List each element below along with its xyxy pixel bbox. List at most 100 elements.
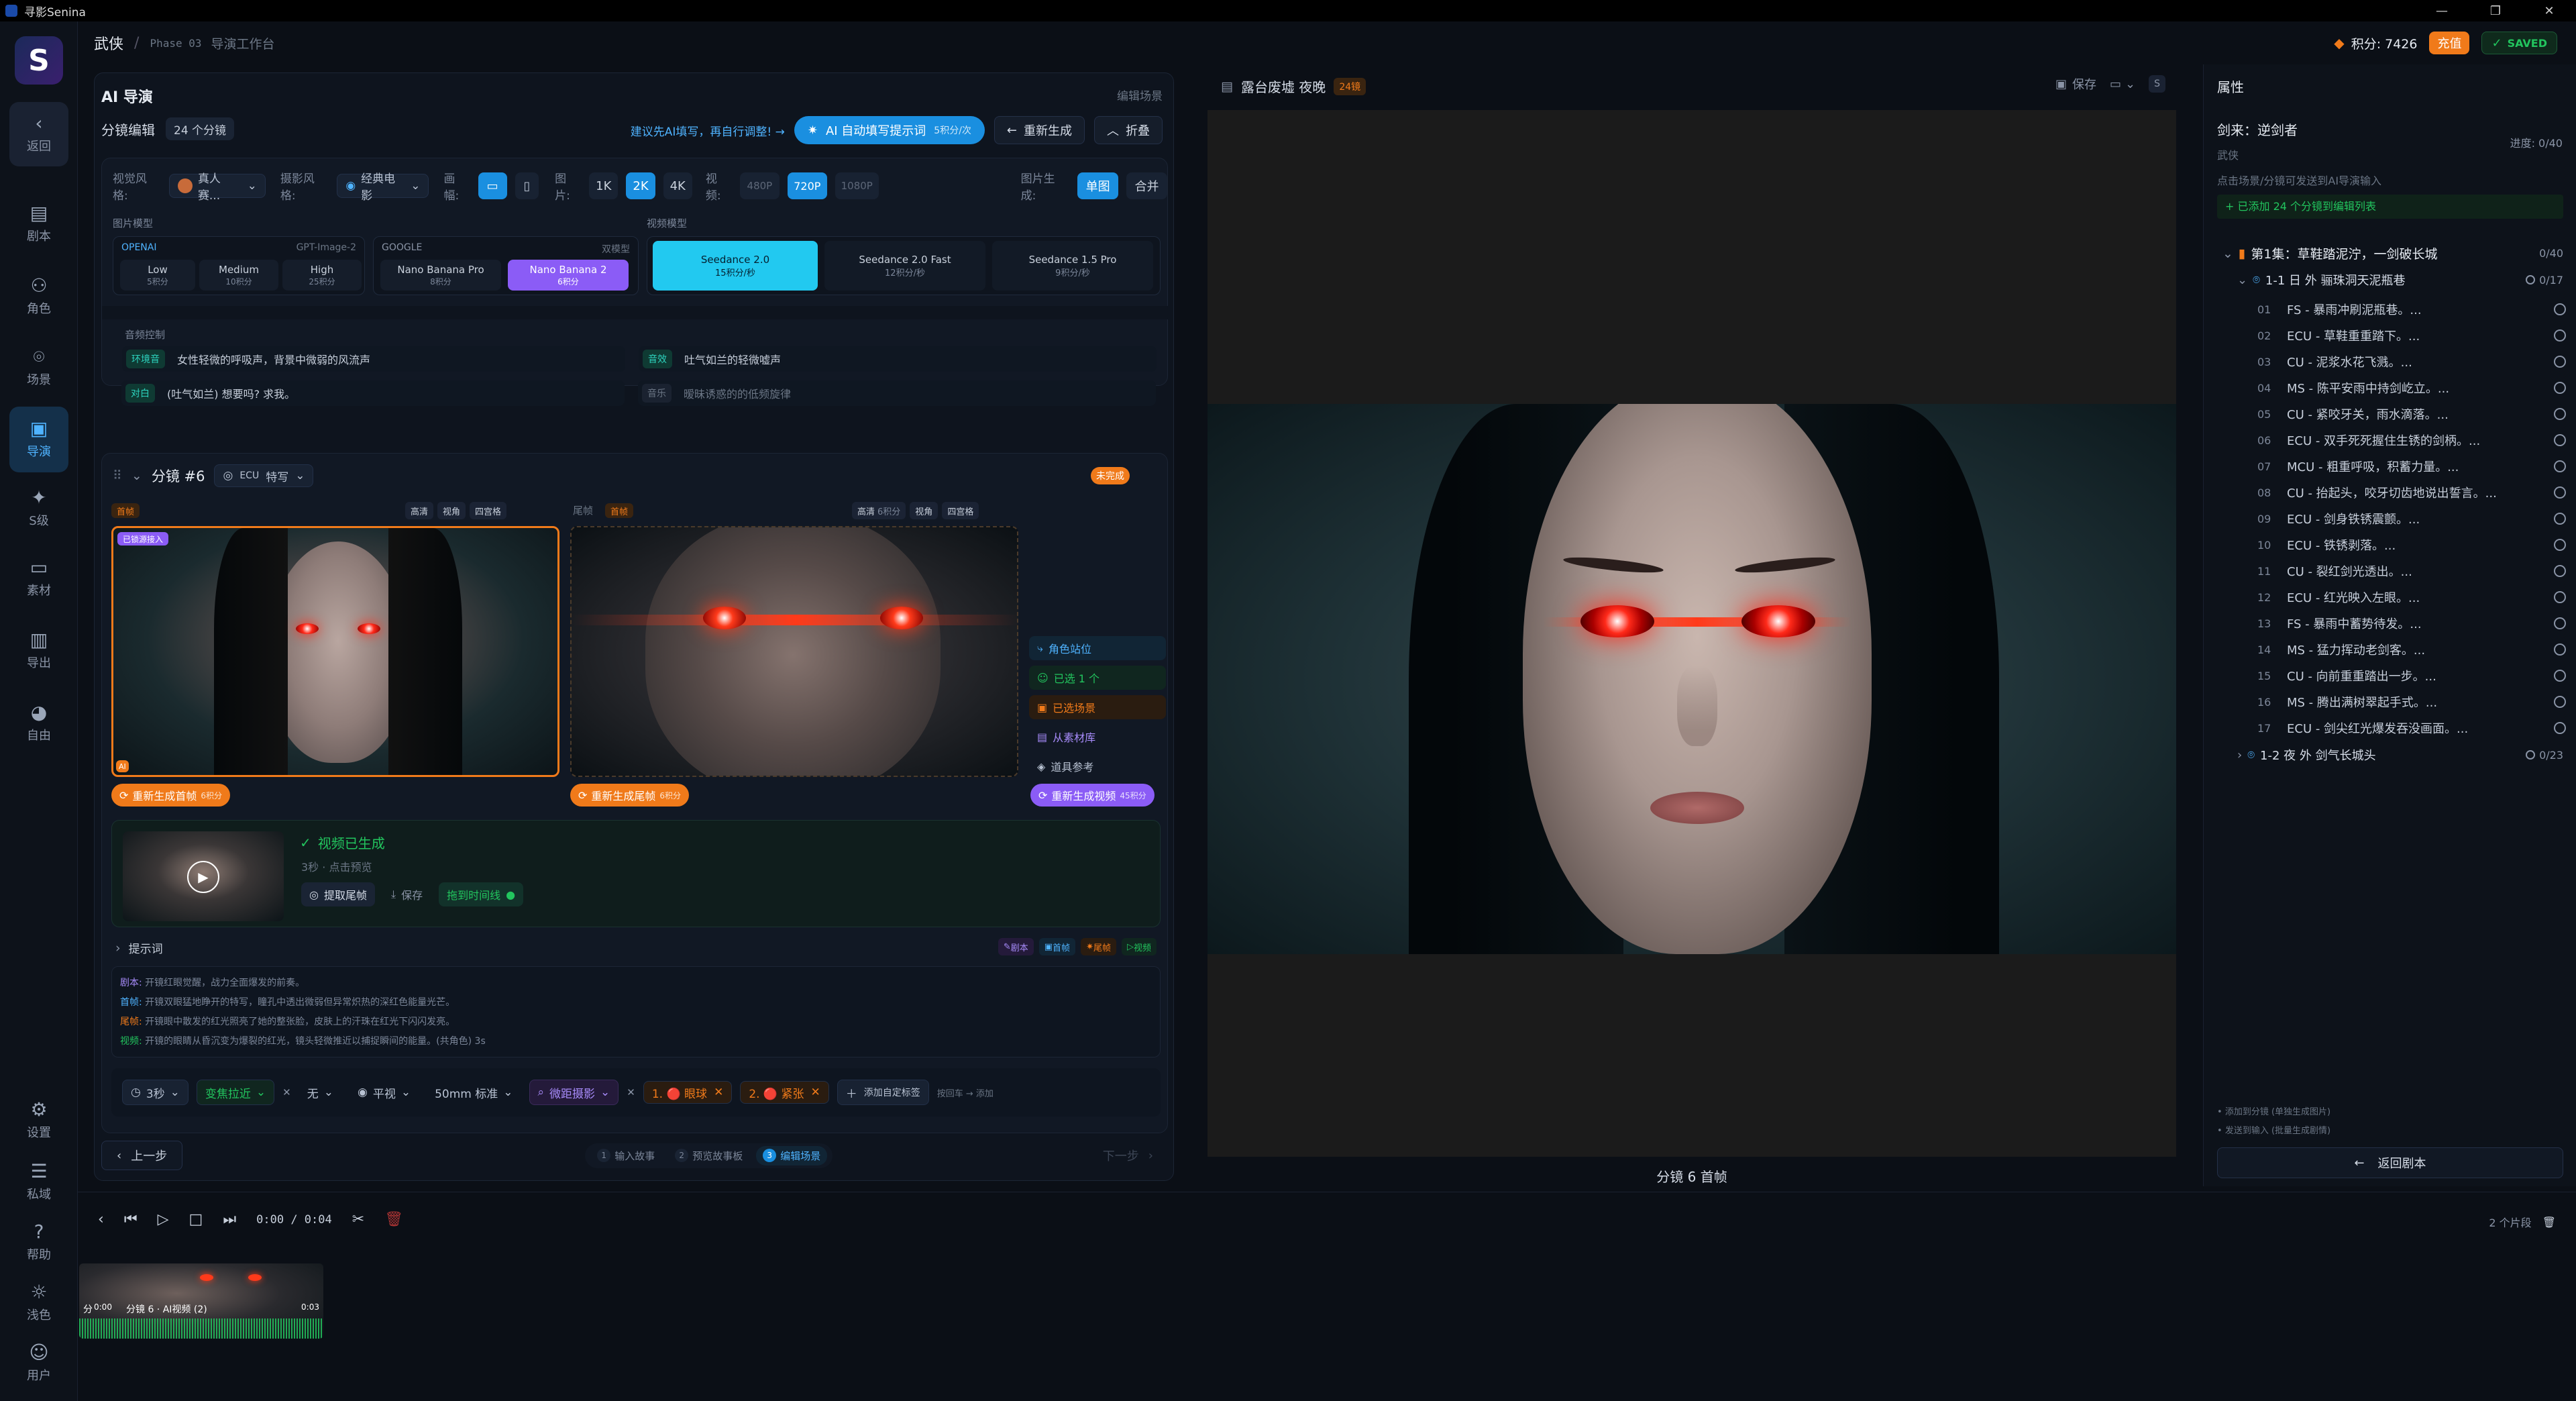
status-circle-icon[interactable] bbox=[2554, 617, 2566, 629]
scissors-icon[interactable]: ✂ bbox=[352, 1211, 364, 1228]
step-2[interactable]: 2 预览故事板 bbox=[668, 1149, 749, 1163]
tag-first[interactable]: ▣ 首帧 bbox=[1038, 938, 1076, 955]
seedance-1-5-pro[interactable]: Seedance 1.5 Pro 9积分/秒 bbox=[992, 241, 1153, 291]
sidebar-item-director[interactable]: ▣ 导演 bbox=[9, 407, 68, 472]
skip-forward-icon[interactable]: ⏭ bbox=[223, 1211, 236, 1228]
micro-select[interactable]: ⌕ 微距摄影 ⌄ bbox=[529, 1080, 619, 1105]
scene-row-2[interactable]: › ⌾ 1-2 夜 外 剑气长城头 0/23 bbox=[2237, 746, 2563, 764]
music-row[interactable]: 音乐 暧昧诱惑的的低频旋律 bbox=[638, 380, 1156, 406]
tag-last[interactable]: ✷ 尾帧 bbox=[1081, 938, 1116, 955]
status-circle-icon[interactable] bbox=[2554, 460, 2566, 472]
status-circle-icon[interactable] bbox=[2554, 303, 2566, 315]
sidebar-item-script[interactable]: ▤ 剧本 bbox=[0, 204, 78, 244]
trash-icon[interactable]: 🗑 bbox=[384, 1211, 403, 1228]
shot-list-item[interactable]: 12 ECU - 红光映入左眼。... bbox=[2257, 584, 2566, 610]
breadcrumb-genre[interactable]: 武侠 bbox=[94, 32, 123, 54]
stop-icon[interactable]: □ bbox=[189, 1211, 203, 1228]
video-thumbnail[interactable]: ▶ bbox=[123, 831, 284, 921]
openai-high[interactable]: High 25积分 bbox=[282, 260, 362, 291]
prompt-toggle[interactable]: › 提示词 bbox=[115, 939, 163, 957]
status-circle-icon[interactable] bbox=[2554, 356, 2566, 368]
ai-autofill-button[interactable]: ✷ AI 自动填写提示词 5积分/次 bbox=[794, 116, 985, 144]
sidebar-item-character[interactable]: ⚇ 角色 bbox=[0, 276, 78, 317]
opt-from-library[interactable]: ▤ 从素材库 bbox=[1029, 725, 1166, 749]
merge-image-button[interactable]: 合并 bbox=[1126, 172, 1167, 199]
shot-list-item[interactable]: 01 FS - 暴雨冲刷泥瓶巷。... bbox=[2257, 297, 2566, 322]
prev-step-button[interactable]: ‹ 上一步 bbox=[101, 1141, 183, 1170]
remove-icon[interactable]: ✕ bbox=[627, 1086, 635, 1098]
res-2k[interactable]: 2K bbox=[626, 172, 655, 199]
step-3[interactable]: 3 编辑场景 bbox=[756, 1145, 828, 1165]
res-480p[interactable]: 480P bbox=[739, 172, 780, 199]
res-1080p[interactable]: 1080P bbox=[835, 172, 879, 199]
duration-select[interactable]: ◷ 3秒 ⌄ bbox=[122, 1080, 189, 1105]
res-720p[interactable]: 720P bbox=[787, 172, 827, 199]
sidebar-item-user[interactable]: ☺ 用户 bbox=[0, 1343, 78, 1384]
grid-tag-last[interactable]: 四宫格 bbox=[942, 502, 979, 519]
sidebar-item-private[interactable]: ☰ 私域 bbox=[0, 1162, 78, 1202]
status-circle-icon[interactable] bbox=[2554, 670, 2566, 682]
first-frame-image[interactable]: 已锁源接入 AI bbox=[111, 526, 559, 777]
back-button[interactable]: ‹ 返回 bbox=[9, 102, 68, 166]
shot-list-item[interactable]: 02 ECU - 草鞋重重踏下。... bbox=[2257, 323, 2566, 348]
shot-list-item[interactable]: 16 MS - 腾出满树翠起手式。... bbox=[2257, 689, 2566, 715]
sidebar-item-theme[interactable]: ☼ 浅色 bbox=[0, 1283, 78, 1323]
drag-handle-icon[interactable]: ⠿ bbox=[113, 468, 122, 483]
step-1[interactable]: 1 输入故事 bbox=[590, 1149, 661, 1163]
folder-menu[interactable]: ▭ ⌄ bbox=[2110, 77, 2135, 91]
status-circle-icon[interactable] bbox=[2554, 565, 2566, 577]
status-circle-icon[interactable] bbox=[2554, 329, 2566, 342]
status-circle-icon[interactable] bbox=[2554, 643, 2566, 656]
shot-list-item[interactable]: 06 ECU - 双手死死握住生锈的剑柄。... bbox=[2257, 427, 2566, 453]
shot-list-item[interactable]: 14 MS - 猛力挥动老剑客。... bbox=[2257, 637, 2566, 662]
ambient-row[interactable]: 环境音 女性轻微的呼吸声，背景中微弱的风流声 bbox=[122, 346, 625, 372]
status-circle-icon[interactable] bbox=[2554, 539, 2566, 551]
add-custom-tag-button[interactable]: ＋添加自定标签 bbox=[837, 1080, 929, 1105]
camera-move-select[interactable]: 变焦拉近 ⌄ bbox=[196, 1080, 275, 1105]
skip-back-icon[interactable]: ⏮ bbox=[124, 1211, 138, 1228]
shot-list-item[interactable]: 08 CU - 抬起头，咬牙切齿地说出誓言。... bbox=[2257, 480, 2566, 505]
regen-first-button[interactable]: ⟳ 重新生成首帧 6积分 bbox=[111, 784, 231, 807]
none-select[interactable]: 无 ⌄ bbox=[299, 1080, 341, 1105]
nano-banana-2[interactable]: Nano Banana 2 6积分 bbox=[508, 260, 629, 291]
status-circle-icon[interactable] bbox=[2554, 486, 2566, 499]
preview-save-button[interactable]: ▣ 保存 bbox=[2055, 75, 2096, 93]
shot-list-item[interactable]: 13 FS - 暴雨中蓄势待发。... bbox=[2257, 611, 2566, 636]
status-circle-icon[interactable] bbox=[2554, 434, 2566, 446]
sidebar-item-assets[interactable]: ▭ 素材 bbox=[0, 558, 78, 599]
ref-tag-1[interactable]: 1. 🔴 眼球 ✕ bbox=[643, 1081, 733, 1104]
openai-low[interactable]: Low 5积分 bbox=[120, 260, 195, 291]
dialogue-row[interactable]: 对白 (吐气如兰) 想要吗? 求我。 bbox=[121, 380, 625, 406]
portrait-frame-button[interactable]: ▯ bbox=[515, 172, 539, 199]
res-1k[interactable]: 1K bbox=[589, 172, 619, 199]
opt-prop-ref[interactable]: ◈ 道具参考 bbox=[1029, 754, 1166, 778]
sidebar-item-scene[interactable]: ⌾ 场景 bbox=[0, 348, 78, 388]
sidebar-item-settings[interactable]: ⚙ 设置 bbox=[0, 1100, 78, 1141]
nano-banana-pro[interactable]: Nano Banana Pro 8积分 bbox=[380, 260, 501, 291]
remove-icon[interactable]: ✕ bbox=[282, 1086, 291, 1098]
opt-selected-scene[interactable]: ▣ 已选场景 bbox=[1029, 695, 1166, 719]
shot-list-item[interactable]: 04 MS - 陈平安雨中持剑屹立。... bbox=[2257, 375, 2566, 401]
openai-medium[interactable]: Medium 10积分 bbox=[199, 260, 278, 291]
regen-video-button[interactable]: ⟳ 重新生成视频 45积分 bbox=[1030, 784, 1155, 807]
shot-list-item[interactable]: 10 ECU - 铁锈剥落。... bbox=[2257, 532, 2566, 558]
res-4k[interactable]: 4K bbox=[663, 172, 692, 199]
collapse-button[interactable]: ︿ 折叠 bbox=[1094, 116, 1163, 144]
timeline-clip[interactable]: 分 0:00 分镜 6 · AI视频 (2) 0:03 bbox=[79, 1263, 323, 1339]
hd-tag[interactable]: 高清 bbox=[405, 502, 434, 519]
scene-row-1[interactable]: ⌄ ⌾ 1-1 日 外 骊珠洞天泥瓶巷 0/17 bbox=[2237, 271, 2563, 289]
next-step-button[interactable]: 下一步 › bbox=[1088, 1141, 1168, 1170]
shot-list-item[interactable]: 15 CU - 向前重重踏出一步。... bbox=[2257, 663, 2566, 688]
opt-character-position[interactable]: ⤷ 角色站位 bbox=[1029, 636, 1166, 660]
chevron-down-icon[interactable]: ⌄ bbox=[131, 468, 142, 483]
play-icon[interactable]: ▷ bbox=[158, 1211, 169, 1228]
seedance-2-0-fast[interactable]: Seedance 2.0 Fast 12积分/秒 bbox=[824, 241, 985, 291]
close-icon[interactable]: ✕ bbox=[2522, 4, 2576, 18]
shot-list-item[interactable]: 03 CU - 泥浆水花飞溅。... bbox=[2257, 349, 2566, 374]
tag-script[interactable]: ✎ 剧本 bbox=[998, 938, 1034, 955]
status-circle-icon[interactable] bbox=[2554, 591, 2566, 603]
opt-selected-one[interactable]: ☺ 已选 1 个 bbox=[1029, 666, 1166, 690]
landscape-frame-button[interactable]: ▭ bbox=[478, 172, 507, 199]
last-frame-image[interactable] bbox=[570, 526, 1018, 777]
tag-video[interactable]: ▷ 视频 bbox=[1121, 938, 1157, 955]
